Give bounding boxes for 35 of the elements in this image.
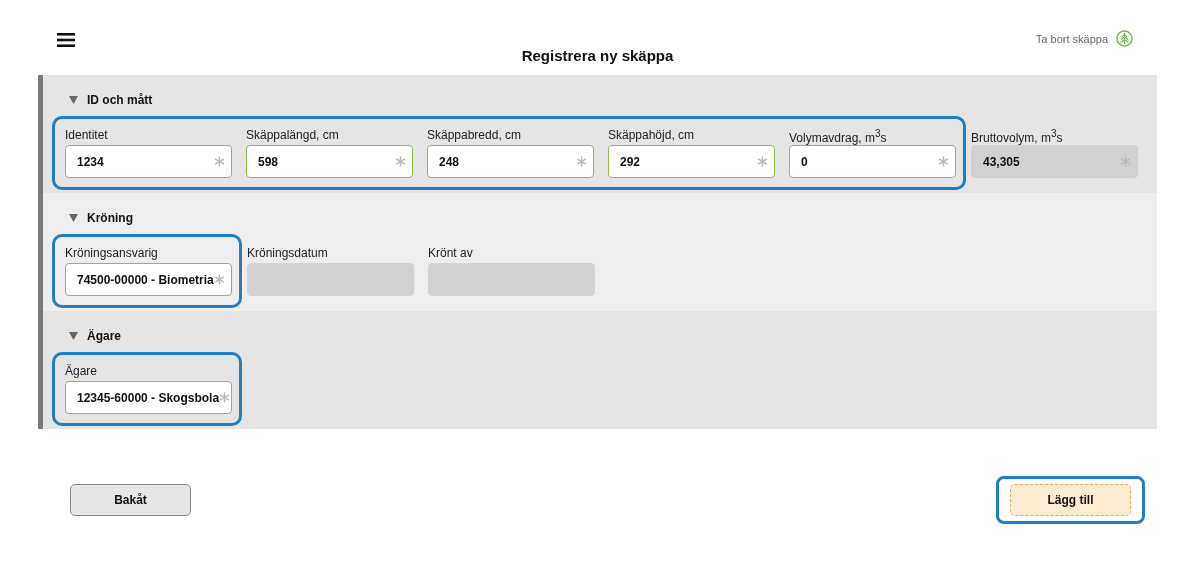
- field-label: Identitet: [65, 128, 109, 142]
- required-icon: [1120, 156, 1131, 167]
- tree-icon[interactable]: [1116, 30, 1133, 47]
- menu-icon[interactable]: [57, 31, 75, 48]
- back-button[interactable]: Bakåt: [70, 484, 191, 516]
- section-title: ID och mått: [87, 93, 153, 107]
- field-label: Kröningsansvarig: [65, 246, 159, 260]
- input-field[interactable]: 598: [246, 145, 413, 178]
- delete-link[interactable]: Ta bort skäppa: [1035, 32, 1108, 45]
- input-field[interactable]: 0: [789, 145, 956, 178]
- field-label: Skäppabredd, cm: [427, 128, 523, 142]
- required-icon: [757, 156, 768, 167]
- section-title: Kröning: [87, 211, 133, 225]
- input-field[interactable]: 1234: [65, 145, 232, 178]
- field-label: Ägare: [65, 364, 99, 378]
- field-label: Skäppalängd, cm: [246, 128, 340, 142]
- add-button[interactable]: Lägg till: [1010, 484, 1131, 516]
- required-icon: [395, 156, 406, 167]
- required-icon: [214, 274, 225, 285]
- collapse-triangle-icon[interactable]: [69, 332, 78, 340]
- required-icon: [938, 156, 949, 167]
- collapse-triangle-icon[interactable]: [69, 96, 78, 104]
- input-field[interactable]: 12345-60000 - Skogsbola: [65, 381, 232, 414]
- field-label: Krönt av: [428, 246, 474, 260]
- page-title: Registrera ny skäppa: [520, 47, 675, 64]
- field-label: Kröningsdatum: [247, 246, 329, 260]
- section-title: Ägare: [87, 329, 121, 343]
- required-icon: [219, 392, 231, 403]
- input-field[interactable]: 248: [427, 145, 594, 178]
- field-label: Skäppahöjd, cm: [608, 128, 696, 142]
- collapse-triangle-icon[interactable]: [69, 214, 78, 222]
- required-icon: [214, 156, 225, 167]
- input-field[interactable]: 74500-00000 - Biometria: [65, 263, 232, 296]
- input-field[interactable]: 292: [608, 145, 775, 178]
- required-icon: [576, 156, 587, 167]
